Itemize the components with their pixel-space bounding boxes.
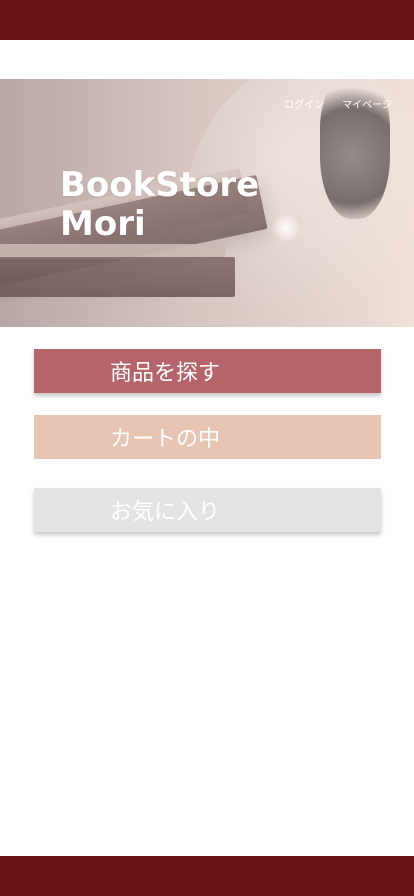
top-bar bbox=[0, 0, 414, 40]
search-products-button[interactable]: 商品を探す bbox=[34, 349, 381, 393]
hero-book-lower bbox=[0, 257, 235, 297]
hero-bulb-highlight bbox=[272, 214, 300, 242]
login-link[interactable]: ログイン bbox=[284, 96, 324, 111]
favorites-button[interactable]: お気に入り bbox=[34, 488, 381, 532]
cart-button[interactable]: カートの中 bbox=[34, 415, 381, 459]
hero-nav: ログイン マイページ bbox=[284, 96, 392, 111]
app-page: ログイン マイページ BookStore Mori 商品を探す カートの中 お気… bbox=[0, 0, 414, 896]
bottom-bar bbox=[0, 856, 414, 896]
mypage-link[interactable]: マイページ bbox=[342, 96, 392, 111]
hero-banner: ログイン マイページ BookStore Mori bbox=[0, 79, 414, 327]
store-title-line2: Mori bbox=[60, 203, 146, 244]
store-title-line1: BookStore bbox=[60, 164, 260, 205]
store-title: BookStore Mori bbox=[60, 164, 260, 244]
